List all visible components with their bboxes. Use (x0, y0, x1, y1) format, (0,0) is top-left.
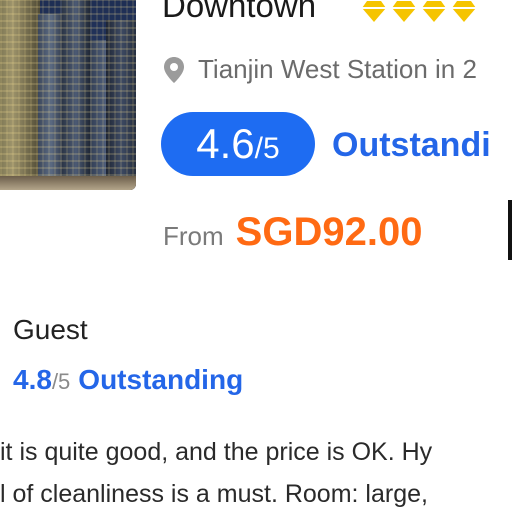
hotel-photo[interactable] (0, 0, 136, 190)
photo-street (0, 176, 136, 190)
guest-score: 4.8 (13, 364, 52, 395)
rating-slash: / (254, 132, 264, 165)
review-text-line: it is quite good, and the price is OK. H… (0, 438, 433, 466)
hotel-location[interactable]: Tianjin West Station in 2 (162, 54, 477, 85)
map-pin-icon (164, 56, 184, 83)
guest-rating-word: Outstanding (78, 364, 244, 395)
rating-badge: 4.6 / 5 (161, 112, 315, 176)
hotel-listing-card[interactable]: Downtown Tianjin West Station in 2 4.6 /… (0, 0, 512, 512)
price-amount: SGD92.00 (235, 210, 423, 254)
rating-scale: 5 (263, 132, 280, 165)
star-rating (360, 0, 478, 24)
guest-review-label: Guest (13, 314, 88, 345)
diamond-star-icon (452, 1, 476, 22)
hotel-name[interactable]: Downtown (162, 0, 316, 26)
guest-rating: 4.8 /5 Outstanding (13, 364, 243, 396)
diamond-star-icon (392, 1, 416, 22)
edge-divider (508, 200, 512, 260)
rating-score: 4.6 (196, 120, 255, 167)
diamond-star-icon (422, 1, 446, 22)
diamond-star-icon (362, 1, 386, 22)
review-text-line: l of cleanliness is a must. Room: large, (0, 480, 428, 508)
guest-scale: /5 (51, 369, 71, 394)
location-text: Tianjin West Station in 2 (198, 54, 477, 84)
price[interactable]: From SGD92.00 (163, 210, 422, 255)
photo-window-lights (0, 0, 136, 190)
rating-word: Outstandi (332, 126, 491, 164)
price-from-label: From (163, 221, 224, 251)
